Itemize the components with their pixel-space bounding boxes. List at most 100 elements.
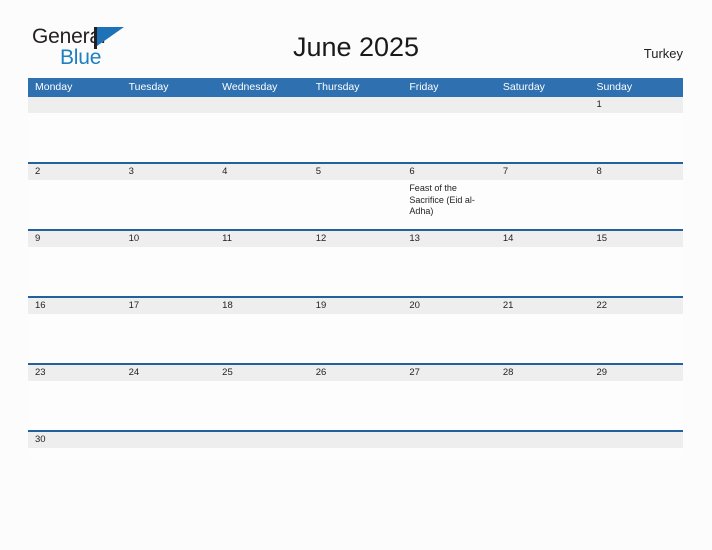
calendar-day-cell[interactable]: 8 xyxy=(589,164,684,229)
day-number-strip: 13 xyxy=(402,231,496,247)
calendar-week-row: 9 10 11 12 13 14 15 xyxy=(28,229,684,296)
calendar-day-cell[interactable]: 19 xyxy=(308,298,403,363)
calendar-weeks: 1 2 3 4 5 6 Feast of the Sacrifice (Eid al-Adh… xyxy=(28,97,684,458)
day-number-strip xyxy=(121,432,216,448)
calendar-week-row: 23 24 25 26 27 28 29 xyxy=(28,363,684,430)
day-number-strip: 14 xyxy=(495,231,590,247)
holiday-event-text: Feast of the Sacrifice (Eid al-Adha) xyxy=(409,183,475,216)
calendar-day-cell-empty xyxy=(28,97,122,162)
day-number: 2 xyxy=(35,166,41,177)
day-number-strip xyxy=(215,97,309,113)
calendar-day-cell[interactable]: 1 xyxy=(589,97,684,162)
calendar-day-cell[interactable]: 25 xyxy=(215,365,309,430)
weekday-header-monday: Monday xyxy=(35,81,73,93)
day-number-strip: 16 xyxy=(28,298,122,314)
day-number-strip: 6 xyxy=(402,164,496,180)
day-number-strip: 3 xyxy=(121,164,216,180)
day-number: 10 xyxy=(128,233,140,244)
calendar-day-cell[interactable]: 7 xyxy=(495,164,590,229)
calendar-day-cell[interactable]: 2 xyxy=(28,164,122,229)
calendar-day-cell[interactable]: 3 xyxy=(121,164,216,229)
calendar-day-cell-empty xyxy=(215,432,309,458)
calendar-week-row: 2 3 4 5 6 Feast of the Sacrifice (Eid al-Adha… xyxy=(28,162,684,229)
day-number-strip: 18 xyxy=(215,298,309,314)
day-number: 18 xyxy=(222,300,233,311)
day-number-strip: 28 xyxy=(495,365,590,381)
day-number: 7 xyxy=(502,166,509,177)
calendar-week-row: 1 xyxy=(28,97,684,162)
calendar-day-cell[interactable]: 27 xyxy=(402,365,496,430)
page-title: June 2025 xyxy=(292,32,420,62)
day-number-strip xyxy=(589,432,684,448)
day-number: 8 xyxy=(596,166,602,177)
calendar-day-cell[interactable]: 30 xyxy=(28,432,122,458)
weekday-header-friday: Friday xyxy=(409,81,439,93)
day-number: 3 xyxy=(128,166,134,177)
page-header: General Blue June 2025 Turkey xyxy=(0,0,712,68)
day-number: 20 xyxy=(409,300,420,311)
day-number-strip: 27 xyxy=(402,365,496,381)
weekday-header-sunday: Sunday xyxy=(596,81,633,93)
calendar-day-cell[interactable]: 17 xyxy=(121,298,216,363)
day-number-strip: 26 xyxy=(308,365,403,381)
day-number: 25 xyxy=(222,367,233,378)
day-number-strip: 5 xyxy=(308,164,403,180)
calendar-day-cell[interactable]: 9 xyxy=(28,231,122,296)
calendar-day-cell[interactable]: 11 xyxy=(215,231,309,296)
calendar-day-cell[interactable]: 23 xyxy=(28,365,122,430)
day-number: 9 xyxy=(35,233,41,244)
day-number: 17 xyxy=(128,300,140,311)
calendar-day-cell[interactable]: 22 xyxy=(589,298,684,363)
day-number-strip: 4 xyxy=(215,164,309,180)
calendar-day-cell[interactable]: 6 Feast of the Sacrifice (Eid al-Adha) xyxy=(402,164,496,229)
day-number-strip: 1 xyxy=(589,97,684,113)
calendar-day-cell[interactable]: 13 xyxy=(402,231,496,296)
calendar-day-cell[interactable]: 26 xyxy=(308,365,403,430)
day-number: 1 xyxy=(596,99,602,110)
calendar-day-cell[interactable]: 28 xyxy=(495,365,590,430)
calendar-day-cell[interactable]: 5 xyxy=(308,164,403,229)
calendar-week-row: 16 17 18 19 20 21 22 xyxy=(28,296,684,363)
calendar-day-cell[interactable]: 4 xyxy=(215,164,309,229)
day-number: 5 xyxy=(315,166,322,177)
calendar-day-cell[interactable]: 29 xyxy=(589,365,684,430)
day-number-strip: 23 xyxy=(28,365,122,381)
day-number-strip: 21 xyxy=(495,298,590,314)
calendar-week-row: 30 xyxy=(28,430,684,458)
calendar-day-cell-empty xyxy=(589,432,684,458)
day-number: 12 xyxy=(315,233,327,244)
calendar-grid: Monday Tuesday Wednesday Thursday Friday Satu… xyxy=(28,78,684,458)
day-number-strip: 2 xyxy=(28,164,122,180)
calendar-day-cell-empty xyxy=(402,97,496,162)
day-number: 13 xyxy=(409,233,420,244)
calendar-day-cell[interactable]: 12 xyxy=(308,231,403,296)
calendar-day-cell-empty xyxy=(402,432,496,458)
weekday-header-saturday: Saturday xyxy=(502,81,545,93)
calendar-day-cell[interactable]: 10 xyxy=(121,231,216,296)
day-number: 28 xyxy=(502,367,514,378)
calendar-day-cell[interactable]: 20 xyxy=(402,298,496,363)
day-number-strip: 24 xyxy=(121,365,216,381)
calendar-day-cell[interactable]: 16 xyxy=(28,298,122,363)
day-number: 27 xyxy=(409,367,420,378)
day-number-strip: 17 xyxy=(121,298,216,314)
calendar-day-cell[interactable]: 24 xyxy=(121,365,216,430)
calendar-day-cell[interactable]: 14 xyxy=(495,231,590,296)
country-label: Turkey xyxy=(643,46,683,61)
calendar-day-cell[interactable]: 18 xyxy=(215,298,309,363)
day-events: Feast of the Sacrifice (Eid al-Adha) xyxy=(402,180,496,218)
day-number: 30 xyxy=(35,434,46,445)
day-number: 21 xyxy=(502,300,514,311)
calendar-day-cell[interactable]: 21 xyxy=(495,298,590,363)
day-number-strip: 15 xyxy=(589,231,684,247)
day-number: 29 xyxy=(596,367,608,378)
day-number-strip: 12 xyxy=(308,231,403,247)
day-number: 6 xyxy=(409,166,415,177)
day-number-strip xyxy=(308,97,403,113)
day-number: 15 xyxy=(596,233,608,244)
day-number-strip xyxy=(495,432,590,448)
day-number-strip: 30 xyxy=(28,432,122,448)
day-number: 26 xyxy=(315,367,327,378)
weekday-header-thursday: Thursday xyxy=(315,81,360,93)
calendar-day-cell[interactable]: 15 xyxy=(589,231,684,296)
